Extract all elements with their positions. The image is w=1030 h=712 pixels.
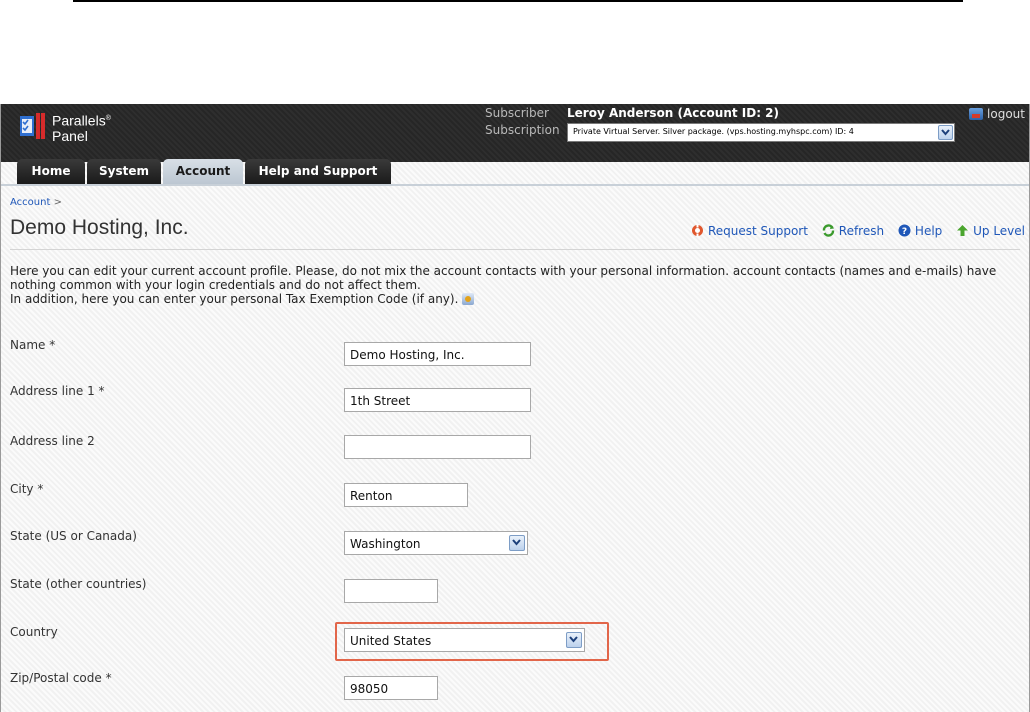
subscription-label: Subscription	[485, 123, 560, 137]
subscriber-name: Leroy Anderson (Account ID: 2)	[567, 106, 780, 120]
logout-label: logout	[987, 107, 1025, 121]
chevron-down-icon[interactable]	[509, 535, 525, 551]
page-description: Here you can edit your current account p…	[10, 264, 1022, 306]
breadcrumb-separator: >	[53, 197, 62, 208]
address1-value: 1th Street	[350, 394, 411, 408]
name-label: Name *	[10, 338, 56, 352]
country-label: Country	[10, 625, 58, 639]
refresh-icon	[822, 224, 834, 237]
refresh-link[interactable]: Refresh	[822, 224, 884, 238]
page-title: Demo Hosting, Inc.	[10, 216, 189, 239]
request-support-label: Request Support	[707, 224, 808, 238]
logo-line2: Panel	[52, 127, 88, 144]
subscription-select-value: Private Virtual Server. Silver package. …	[573, 127, 854, 136]
document-top-rule	[73, 0, 963, 2]
up-level-label: Up Level	[973, 224, 1025, 238]
help-icon: ?	[898, 224, 911, 237]
state-other-label: State (other countries)	[10, 577, 147, 591]
description-line1: Here you can edit your current account p…	[10, 264, 997, 278]
top-header: Parallels® Panel Subscriber Leroy Anders…	[1, 104, 1029, 184]
address1-label: Address line 1 *	[10, 384, 105, 398]
tab-account[interactable]: Account	[163, 159, 243, 184]
state-us-value: Washington	[350, 537, 421, 551]
logo-registered: ®	[105, 115, 111, 122]
breadcrumb-account-link[interactable]: Account	[10, 197, 50, 208]
address1-field[interactable]: 1th Street	[344, 388, 531, 412]
request-support-link[interactable]: Request Support	[691, 224, 808, 238]
state-us-label: State (US or Canada)	[10, 529, 137, 543]
parallels-logo-icon	[20, 113, 45, 139]
description-line2: nothing common with your login credentia…	[10, 278, 421, 292]
logo-text: Parallels® Panel	[52, 111, 111, 144]
country-highlight-box	[335, 622, 609, 661]
address2-field[interactable]	[344, 435, 531, 459]
panel-window: Parallels® Panel Subscriber Leroy Anders…	[0, 104, 1030, 712]
city-field[interactable]: Renton	[344, 483, 468, 507]
tab-underline	[1, 184, 1029, 186]
logo-line1: Parallels	[52, 112, 106, 129]
tax-code-info-icon[interactable]	[462, 293, 475, 305]
zip-label: Zip/Postal code *	[10, 671, 112, 685]
up-level-link[interactable]: Up Level	[956, 224, 1025, 238]
state-us-select[interactable]: Washington	[344, 531, 528, 555]
address2-label: Address line 2	[10, 434, 95, 448]
name-value: Demo Hosting, Inc.	[350, 348, 465, 362]
title-divider	[10, 249, 1020, 250]
city-value: Renton	[350, 489, 393, 503]
refresh-label: Refresh	[838, 224, 885, 238]
subscription-select[interactable]: Private Virtual Server. Silver package. …	[567, 123, 955, 142]
svg-text:?: ?	[902, 227, 907, 237]
zip-value: 98050	[350, 682, 389, 696]
help-label: Help	[914, 224, 943, 238]
logout-icon	[969, 108, 984, 120]
chevron-down-icon[interactable]	[938, 125, 953, 140]
lifebuoy-icon	[691, 224, 703, 237]
zip-field[interactable]: 98050	[344, 676, 438, 700]
state-other-field[interactable]	[344, 579, 438, 603]
city-label: City *	[10, 482, 44, 496]
description-line3: In addition, here you can enter your per…	[10, 292, 459, 306]
help-link[interactable]: ? Help	[898, 224, 942, 238]
tab-help-and-support[interactable]: Help and Support	[245, 159, 391, 184]
name-field[interactable]: Demo Hosting, Inc.	[344, 342, 531, 366]
logout-link[interactable]: logout	[969, 107, 1025, 121]
tab-system[interactable]: System	[87, 159, 161, 184]
page-actions: Request Support Refresh ? Help Up Level	[681, 224, 1025, 238]
tab-home[interactable]: Home	[17, 159, 85, 184]
up-arrow-icon	[957, 225, 969, 236]
subscriber-label: Subscriber	[485, 106, 549, 120]
breadcrumb: Account >	[10, 197, 62, 208]
parallels-logo[interactable]: Parallels® Panel	[20, 110, 130, 143]
